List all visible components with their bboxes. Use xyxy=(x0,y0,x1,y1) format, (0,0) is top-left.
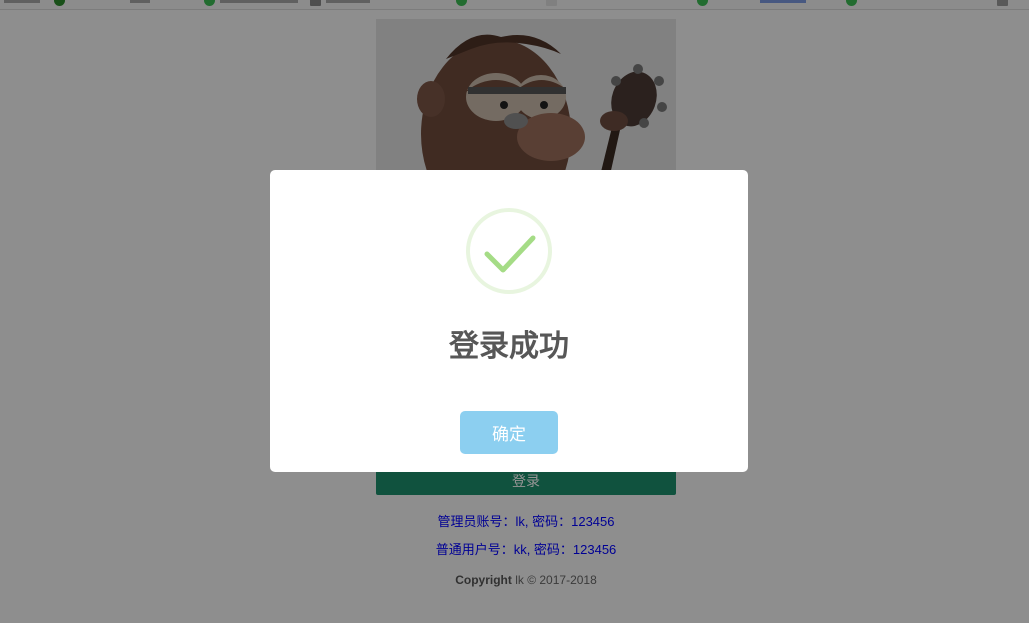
success-dialog: 登录成功 确定 xyxy=(270,170,748,472)
confirm-button[interactable]: 确定 xyxy=(460,411,558,454)
dialog-title: 登录成功 xyxy=(449,330,569,363)
check-icon xyxy=(465,207,553,295)
